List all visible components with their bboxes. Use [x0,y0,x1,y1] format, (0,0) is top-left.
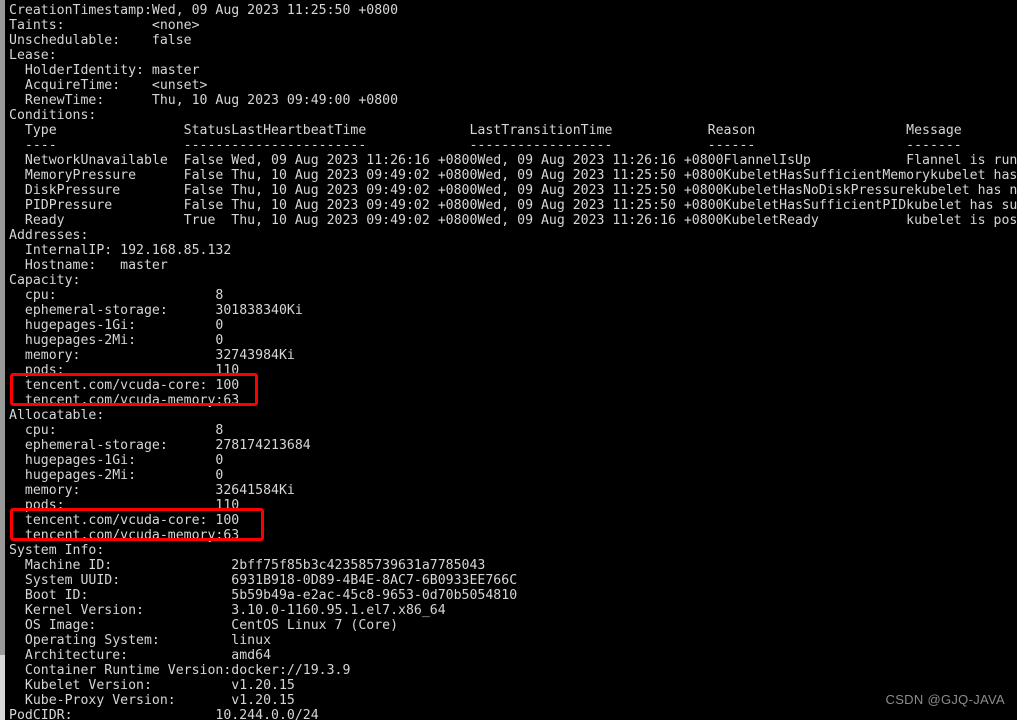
terminal-window: CreationTimestamp:Wed, 09 Aug 2023 11:25… [0,0,1017,720]
vertical-scrollbar[interactable] [0,0,5,720]
terminal-output-area[interactable]: CreationTimestamp:Wed, 09 Aug 2023 11:25… [0,0,1017,720]
kubectl-describe-node-output: CreationTimestamp:Wed, 09 Aug 2023 11:25… [9,3,1017,720]
scrollbar-thumb[interactable] [0,0,5,655]
watermark-label: CSDN @GJQ-JAVA [885,692,1005,707]
